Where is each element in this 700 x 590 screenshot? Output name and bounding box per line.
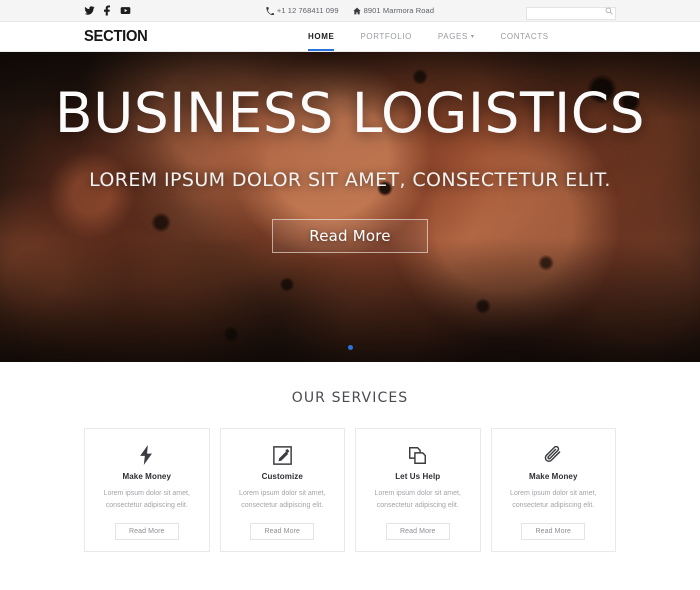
lightning-bolt-icon xyxy=(139,445,154,465)
home-icon xyxy=(352,7,361,15)
carousel-dot-1[interactable] xyxy=(347,345,353,350)
main-navigation: SECTION HOME PORTFOLIO PAGES ▾ CONTACTS xyxy=(0,22,700,52)
nav-item-portfolio-label: PORTFOLIO xyxy=(360,32,412,41)
edit-pencil-icon xyxy=(272,445,292,465)
hero-banner: BUSINESS LOGISTICS LOREM IPSUM DOLOR SIT… xyxy=(0,52,700,362)
service-read-more-button[interactable]: Read More xyxy=(114,522,179,540)
service-read-more-button[interactable]: Read More xyxy=(385,522,450,540)
nav-item-home[interactable]: HOME xyxy=(308,22,335,51)
service-card[interactable]: Let Us Help Lorem ipsum dolor sit amet, … xyxy=(355,428,481,552)
top-bar: +1 12 768411 099 8901 Marmora Road xyxy=(0,0,700,22)
nav-item-contacts[interactable]: CONTACTS xyxy=(501,22,549,51)
search-input[interactable] xyxy=(526,6,616,20)
service-card-title: Make Money xyxy=(528,472,578,481)
services-section: OUR SERVICES Make Money Lorem ipsum dolo… xyxy=(0,362,700,552)
service-card[interactable]: Make Money Lorem ipsum dolor sit amet, c… xyxy=(84,428,210,552)
service-card-text: Lorem ipsum dolor sit amet, consectetur … xyxy=(374,490,461,510)
search-icon[interactable] xyxy=(605,6,613,15)
twitter-icon[interactable] xyxy=(84,5,95,16)
service-card-title: Let Us Help xyxy=(395,472,441,481)
facebook-icon[interactable] xyxy=(102,5,113,16)
service-read-more-button[interactable]: Read More xyxy=(521,522,586,540)
hero-subtitle: LOREM IPSUM DOLOR SIT AMET, CONSECTETUR … xyxy=(89,169,611,191)
service-card-text: Lorem ipsum dolor sit amet, consectetur … xyxy=(510,490,597,510)
nav-item-pages[interactable]: PAGES ▾ xyxy=(438,22,475,51)
address-text: 8901 Marmora Road xyxy=(363,6,435,15)
paperclip-icon xyxy=(544,445,563,465)
search-box[interactable] xyxy=(526,2,616,20)
hero-title: BUSINESS LOGISTICS xyxy=(54,81,646,145)
services-heading: OUR SERVICES xyxy=(291,390,409,406)
nav-item-pages-label: PAGES xyxy=(437,32,468,41)
service-card-title: Customize xyxy=(261,472,303,481)
youtube-icon[interactable] xyxy=(120,5,131,16)
copy-documents-icon xyxy=(408,445,427,465)
site-logo[interactable]: SECTION xyxy=(84,28,148,46)
hero-read-more-button[interactable]: Read More xyxy=(272,219,428,253)
hero-content: BUSINESS LOGISTICS LOREM IPSUM DOLOR SIT… xyxy=(0,52,700,362)
address-item: 8901 Marmora Road xyxy=(352,6,435,15)
chevron-down-icon: ▾ xyxy=(470,33,475,40)
service-card[interactable]: Customize Lorem ipsum dolor sit amet, co… xyxy=(219,428,345,552)
service-card-text: Lorem ipsum dolor sit amet, consectetur … xyxy=(239,490,326,510)
nav-links: HOME PORTFOLIO PAGES ▾ CONTACTS xyxy=(308,22,549,51)
service-read-more-button[interactable]: Read More xyxy=(250,522,315,540)
carousel-indicators xyxy=(0,345,700,350)
service-card-text: Lorem ipsum dolor sit amet, consectetur … xyxy=(103,490,190,510)
service-card[interactable]: Make Money Lorem ipsum dolor sit amet, c… xyxy=(490,428,616,552)
service-card-title: Make Money xyxy=(122,472,172,481)
services-cards: Make Money Lorem ipsum dolor sit amet, c… xyxy=(0,428,700,552)
nav-item-contacts-label: CONTACTS xyxy=(500,32,549,41)
phone-number: +1 12 768411 099 xyxy=(276,6,339,15)
phone-icon xyxy=(266,6,274,15)
nav-item-home-label: HOME xyxy=(308,32,335,41)
nav-item-portfolio[interactable]: PORTFOLIO xyxy=(360,22,411,51)
phone-item: +1 12 768411 099 xyxy=(266,6,339,15)
social-links xyxy=(84,5,131,16)
